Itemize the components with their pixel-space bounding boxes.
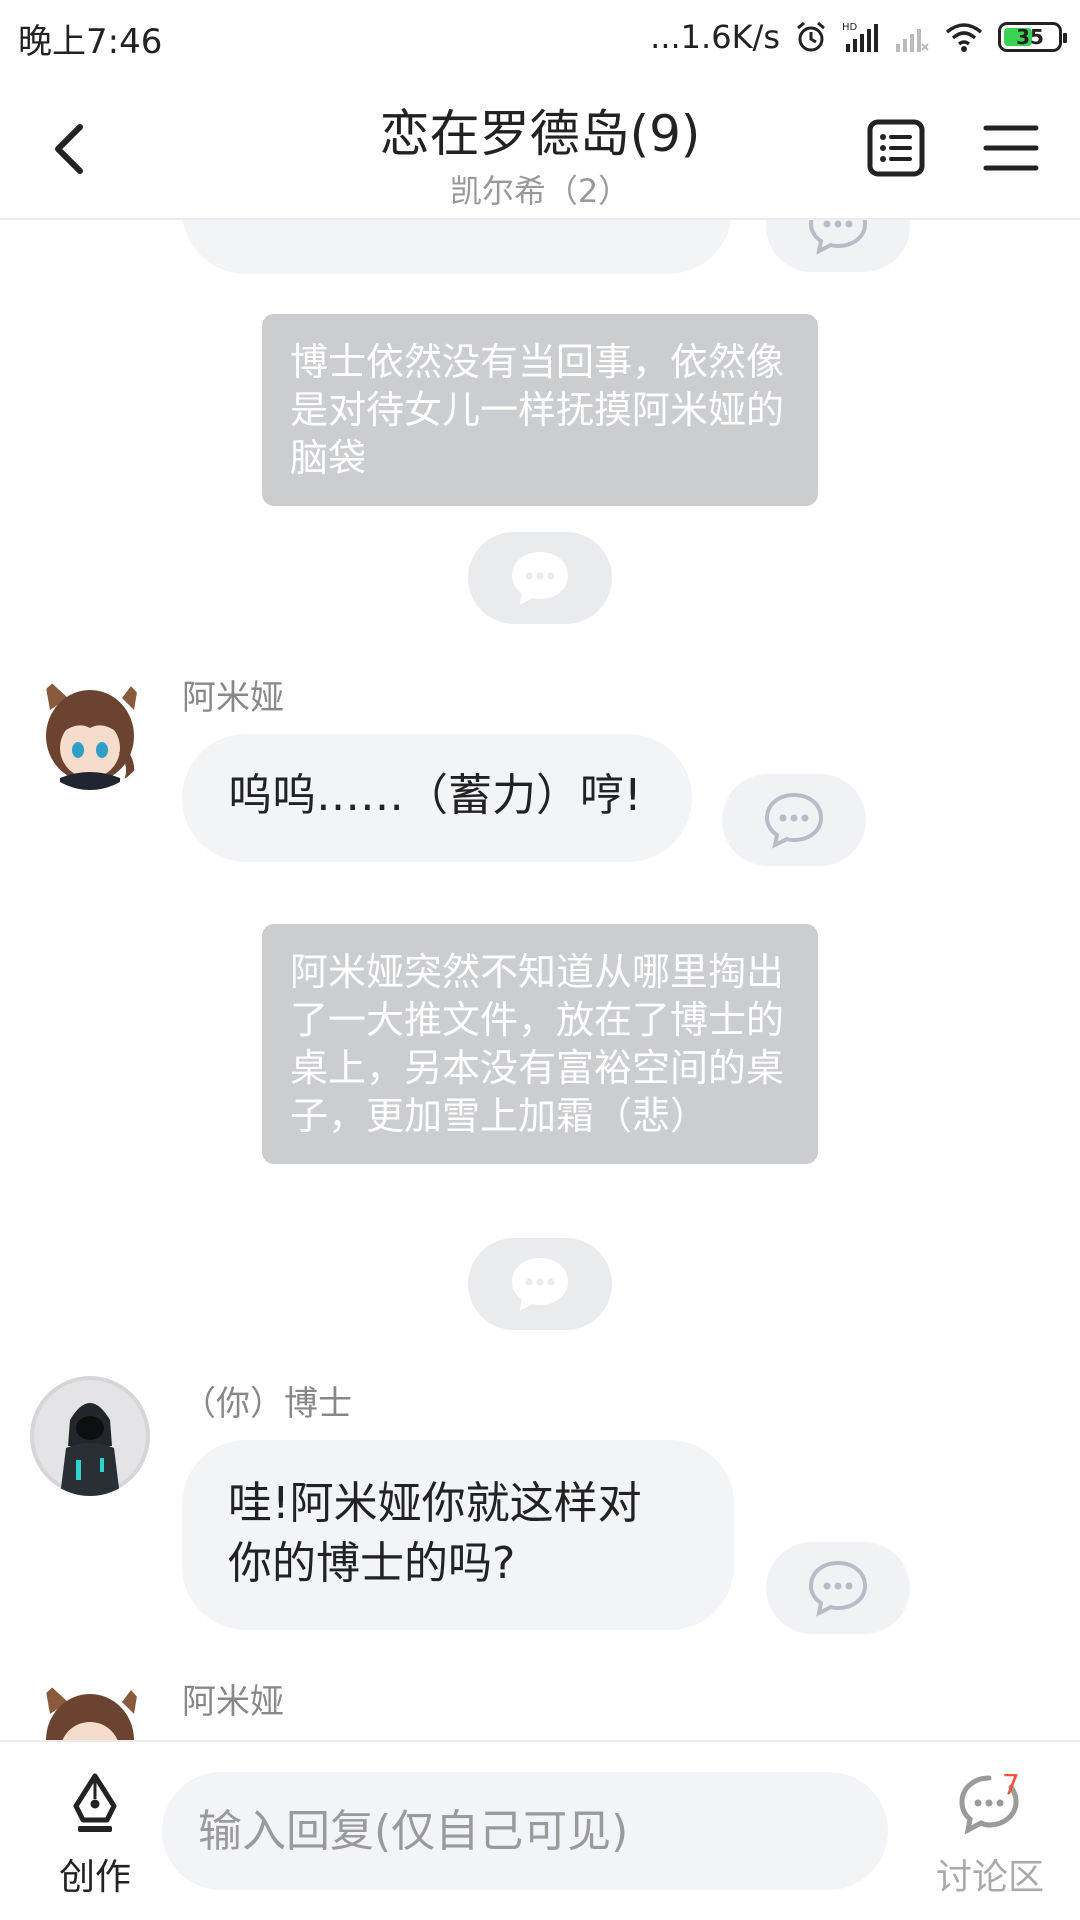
sender-name: 阿米娅 <box>182 1682 284 1722</box>
narration-card[interactable]: 博士依然没有当回事，依然像是对待女儿一样抚摸阿米娅的脑袋 <box>262 314 818 506</box>
bottom-bar: 创作 7 讨论区 <box>0 1740 1080 1920</box>
discussion-button[interactable]: 7 讨论区 <box>920 1768 1060 1902</box>
wifi-icon <box>944 20 984 54</box>
message-text: 哇!阿米娅你就这样对你的博士的吗? <box>228 1478 642 1589</box>
chat-list[interactable]: 博士依然没有当回事，依然像是对待女儿一样抚摸阿米娅的脑袋 阿米娅 呜呜……（蓄力… <box>0 220 1080 1740</box>
menu-button[interactable] <box>980 118 1042 178</box>
comment-icon <box>808 220 868 255</box>
narration-text: 博士依然没有当回事，依然像是对待女儿一样抚摸阿米娅的脑袋 <box>290 340 785 480</box>
message-bubble[interactable]: 哇!阿米娅你就这样对你的博士的吗? <box>182 1440 734 1630</box>
narration-text: 阿米娅突然不知道从哪里掏出了一大推文件，放在了博士的桌上，另本没有富裕空间的桌子… <box>290 950 785 1138</box>
comment-icon <box>808 1560 868 1617</box>
pen-nib-icon <box>73 1773 117 1832</box>
discussion-label: 讨论区 <box>935 1857 1044 1898</box>
message-bubble[interactable]: 呜呜……（蓄力）哼! <box>182 734 692 862</box>
battery-level: 35 <box>1016 25 1044 49</box>
outline-icon <box>867 119 925 177</box>
avatar[interactable] <box>30 1376 150 1496</box>
comment-button[interactable] <box>468 532 612 624</box>
discussion-badge: 7 <box>1002 1768 1020 1801</box>
comment-button[interactable] <box>468 1238 612 1330</box>
hd-signal-icon: HD <box>842 20 880 54</box>
comment-icon <box>511 551 569 605</box>
comment-button[interactable] <box>722 774 866 866</box>
message-bubble-partial[interactable] <box>182 220 732 274</box>
network-speed: ...1.6K/s <box>650 18 780 56</box>
comment-icon <box>764 792 824 849</box>
reply-input[interactable] <box>162 1772 888 1890</box>
outline-button[interactable] <box>866 118 926 178</box>
avatar[interactable] <box>30 670 150 790</box>
status-time: 晚上7:46 <box>18 22 163 62</box>
signal-icon <box>894 20 930 54</box>
status-icons: ...1.6K/s HD 35 <box>650 14 1067 60</box>
comment-icon <box>511 1257 569 1311</box>
status-bar: 晚上7:46 ...1.6K/s HD 35 <box>0 0 1080 74</box>
comment-button[interactable] <box>766 1542 910 1634</box>
sender-name: 阿米娅 <box>182 678 284 718</box>
menu-icon <box>983 125 1039 171</box>
comment-button[interactable] <box>766 220 910 272</box>
sender-name: （你）博士 <box>182 1384 352 1424</box>
svg-text:HD: HD <box>842 22 858 33</box>
message-text: 呜呜……（蓄力）哼! <box>228 770 642 821</box>
chat-header: 恋在罗德岛(9) 凯尔希（2） <box>0 74 1080 220</box>
create-label: 创作 <box>58 1857 131 1898</box>
alarm-icon <box>794 20 828 54</box>
battery-icon: 35 <box>998 22 1067 52</box>
avatar[interactable] <box>30 1674 150 1740</box>
narration-card[interactable]: 阿米娅突然不知道从哪里掏出了一大推文件，放在了博士的桌上，另本没有富裕空间的桌子… <box>262 924 818 1164</box>
create-button[interactable]: 创作 <box>40 1768 150 1898</box>
